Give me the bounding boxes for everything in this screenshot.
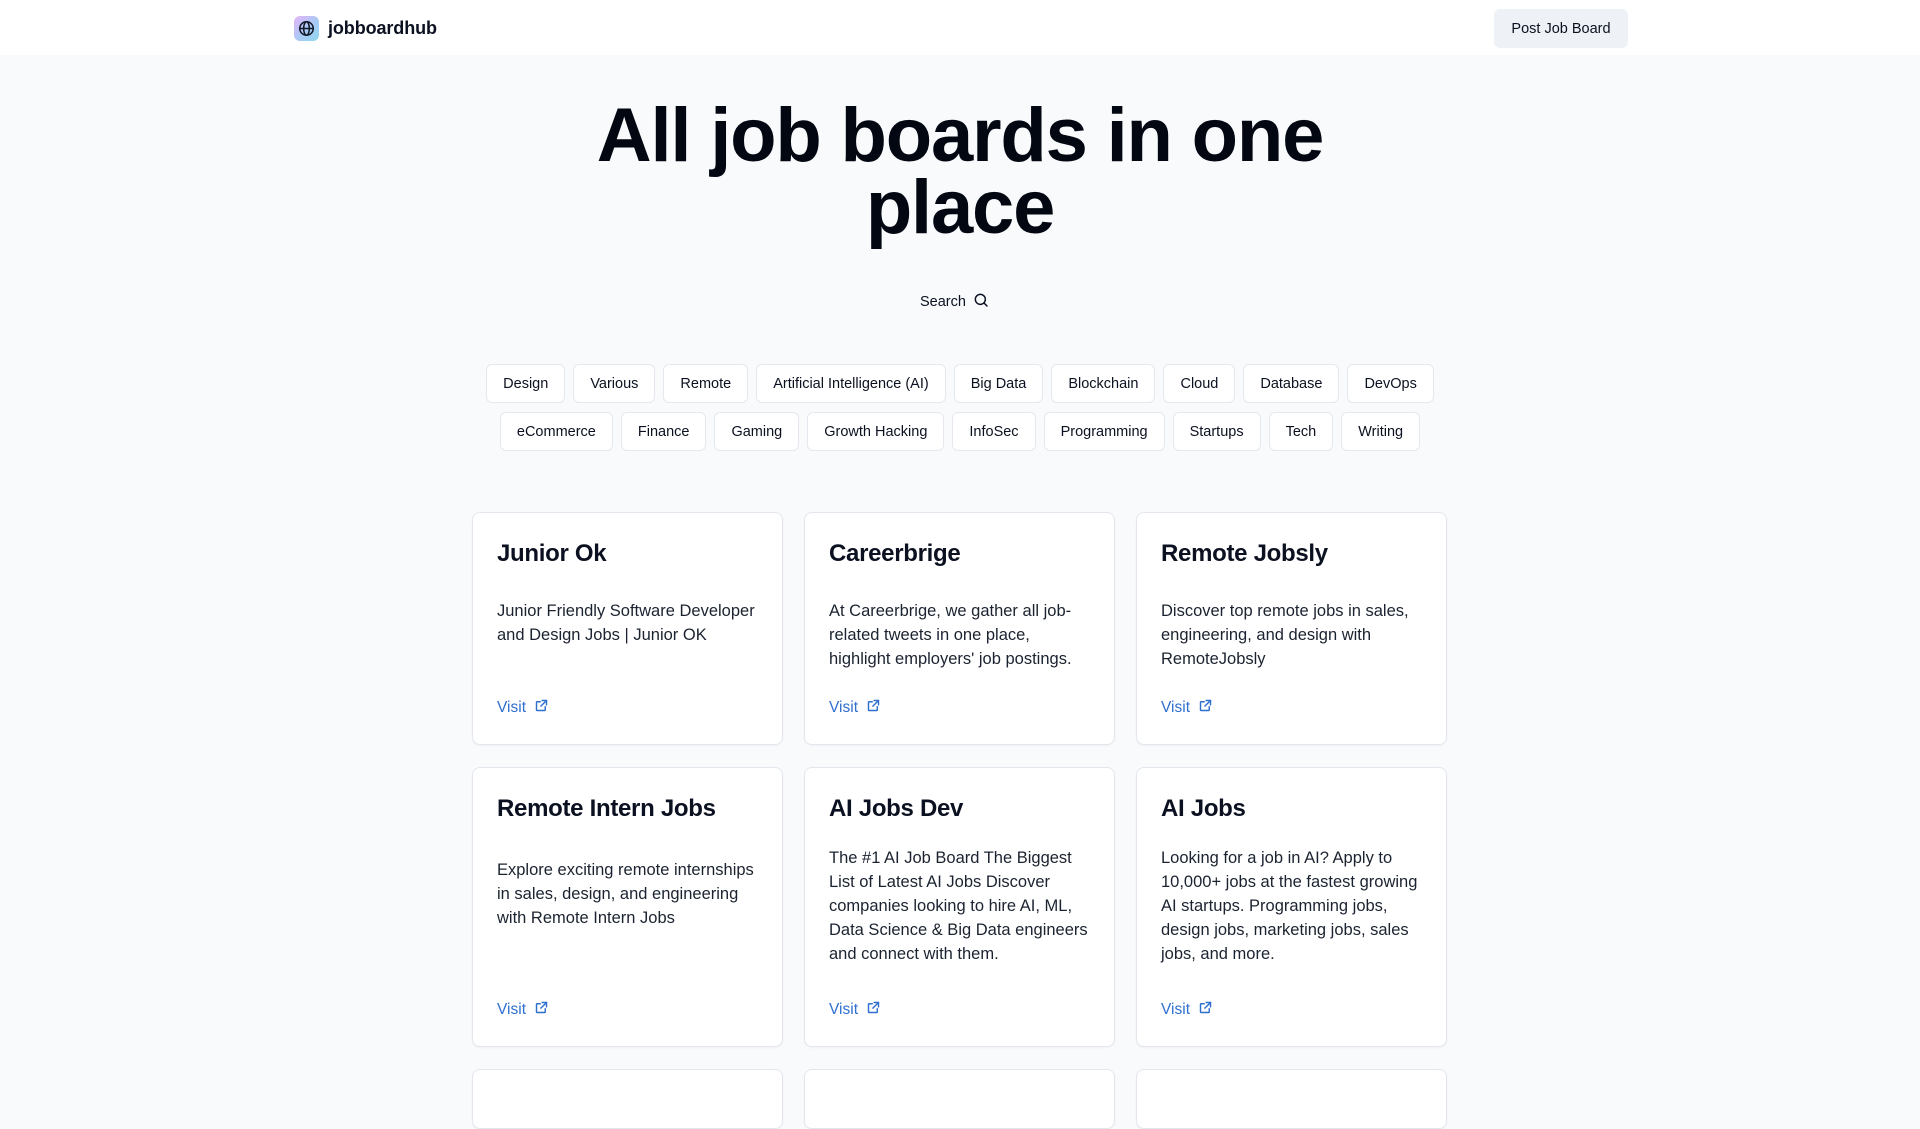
external-link-icon — [1198, 1000, 1213, 1020]
brand-name: jobboardhub — [328, 17, 437, 38]
visit-link-label: Visit — [1161, 699, 1191, 716]
job-board-card: Remote Intern Jobs Explore exciting remo… — [472, 767, 783, 1047]
visit-link[interactable]: Visit — [497, 1000, 549, 1022]
job-board-card: AI Jobs Looking for a job in AI? Apply t… — [1136, 767, 1447, 1047]
job-board-card-partial — [804, 1069, 1115, 1129]
search-icon — [973, 292, 989, 312]
job-board-card-partial — [1136, 1069, 1447, 1129]
top-navbar: jobboardhub Post Job Board — [0, 0, 1920, 55]
category-tag-big-data[interactable]: Big Data — [953, 364, 1044, 403]
card-title: Remote Intern Jobs — [497, 795, 716, 822]
category-tag-finance[interactable]: Finance — [620, 412, 707, 451]
card-title: Junior Ok — [497, 540, 607, 567]
visit-link-label: Visit — [829, 699, 859, 716]
category-tag-programming[interactable]: Programming — [1043, 412, 1165, 451]
card-description: The #1 AI Job Board The Biggest List of … — [829, 849, 1088, 963]
category-tag-remote[interactable]: Remote — [663, 364, 749, 403]
card-description: Junior Friendly Software Developer and D… — [497, 602, 755, 644]
category-tag-ecommerce[interactable]: eCommerce — [499, 412, 613, 451]
search-label: Search — [920, 294, 966, 310]
card-description: Discover top remote jobs in sales, engin… — [1161, 602, 1409, 668]
category-tag-devops[interactable]: DevOps — [1347, 364, 1434, 403]
card-description: Explore exciting remote internships in s… — [497, 861, 754, 927]
visit-link-label: Visit — [1161, 1001, 1191, 1018]
visit-link-label: Visit — [829, 1001, 859, 1018]
job-board-grid: Junior Ok Junior Friendly Software Devel… — [472, 512, 1448, 1129]
category-tag-design[interactable]: Design — [486, 364, 566, 403]
brand-home-link[interactable]: jobboardhub — [294, 15, 437, 41]
globe-icon — [294, 15, 319, 41]
card-title: Remote Jobsly — [1161, 540, 1328, 567]
post-job-board-button[interactable]: Post Job Board — [1494, 9, 1628, 48]
category-tag-gaming[interactable]: Gaming — [714, 412, 800, 451]
card-description: Looking for a job in AI? Apply to 10,000… — [1161, 849, 1418, 963]
category-tag-database[interactable]: Database — [1243, 364, 1340, 403]
category-tag-infosec[interactable]: InfoSec — [952, 412, 1036, 451]
search-button[interactable]: Search — [920, 290, 989, 314]
visit-link[interactable]: Visit — [1161, 698, 1213, 720]
category-tag-various[interactable]: Various — [573, 364, 656, 403]
category-tag-growth-hacking[interactable]: Growth Hacking — [807, 412, 945, 451]
category-tag-tech[interactable]: Tech — [1268, 412, 1334, 451]
page-title: All job boards in one place — [0, 93, 1920, 250]
page-title-line-1: All job boards in one — [596, 93, 1325, 178]
visit-link[interactable]: Visit — [497, 698, 549, 720]
category-tag-cloud[interactable]: Cloud — [1163, 364, 1236, 403]
visit-link[interactable]: Visit — [1161, 1000, 1213, 1022]
job-board-card: Junior Ok Junior Friendly Software Devel… — [472, 512, 783, 745]
page-title-line-2: place — [865, 165, 1056, 250]
category-tag-ai[interactable]: Artificial Intelligence (AI) — [756, 364, 946, 403]
visit-link-label: Visit — [497, 699, 527, 716]
job-board-card: Careerbrige At Careerbrige, we gather al… — [804, 512, 1115, 745]
external-link-icon — [866, 698, 881, 718]
category-tag-blockchain[interactable]: Blockchain — [1051, 364, 1156, 403]
card-title: Careerbrige — [829, 540, 961, 567]
job-board-card: Remote Jobsly Discover top remote jobs i… — [1136, 512, 1447, 745]
visit-link[interactable]: Visit — [829, 698, 881, 720]
visit-link-label: Visit — [497, 1001, 527, 1018]
category-tag-writing[interactable]: Writing — [1341, 412, 1421, 451]
card-description: At Careerbrige, we gather all job-relate… — [829, 602, 1072, 668]
card-title: AI Jobs — [1161, 795, 1246, 822]
category-filter-list: Design Various Remote Artificial Intelli… — [460, 364, 1460, 451]
visit-link[interactable]: Visit — [829, 1000, 881, 1022]
category-tag-startups[interactable]: Startups — [1172, 412, 1261, 451]
external-link-icon — [534, 698, 549, 718]
job-board-card: AI Jobs Dev The #1 AI Job Board The Bigg… — [804, 767, 1115, 1047]
external-link-icon — [534, 1000, 549, 1020]
job-board-card-partial — [472, 1069, 783, 1129]
external-link-icon — [866, 1000, 881, 1020]
external-link-icon — [1198, 698, 1213, 718]
card-title: AI Jobs Dev — [829, 795, 964, 822]
